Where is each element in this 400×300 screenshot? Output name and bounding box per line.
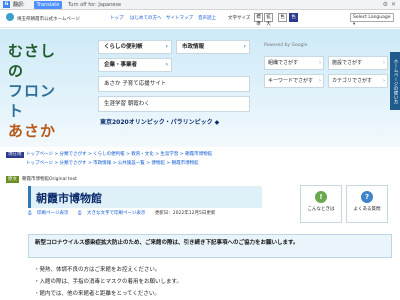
header-link-first-time[interactable]: はじめての方へ (130, 15, 162, 21)
breadcrumb-path-1[interactable]: トップページ > 分類でさがす > くらしの便利帳 > 教育・文化 > 生涯学習… (26, 151, 212, 159)
search-by-keyword-label: キーワードでさがす (268, 78, 314, 84)
search-by-keyword[interactable]: キーワードでさがす › (264, 74, 324, 88)
kids-support-label: あさか 子育て応援サイト (104, 81, 167, 87)
breadcrumb: 現在地 トップページ > 分類でさがす > くらしの便利帳 > 教育・文化 > … (0, 148, 400, 174)
covid-notice: 新型コロナウイルス感染症拡大防止のため、ご来館の際は、引き続き下記事項へのご協力… (28, 234, 392, 258)
usage-guide-tab[interactable]: ホームページの使い方 (390, 52, 400, 110)
turn-off-japanese-link[interactable]: Turn off for: Japanese (68, 1, 121, 9)
search-by-category-label: カテゴリでさがす (332, 78, 373, 84)
menu-living-guide-label: くらしの便利帳 (104, 44, 143, 50)
language-select[interactable]: Select Language ▾ (350, 13, 394, 27)
lifebuoy-icon: ! (315, 191, 327, 203)
city-logo[interactable]: むさしの フロント あさか (8, 41, 70, 140)
list-item: ・館内では、他の来館者と距離をとってください。 (34, 291, 160, 297)
font-size-standard-button[interactable]: 標準 (254, 13, 263, 27)
header-link-sitemap[interactable]: サイトマップ (166, 15, 193, 21)
faq-label: よくある質問 (353, 207, 381, 212)
list-item: ・入館の際は、手指の消毒とマスクの着用をお願いします。 (34, 279, 182, 285)
menu-business[interactable]: 企業・事業者 › (98, 58, 172, 72)
chevron-right-icon: › (243, 43, 246, 50)
breadcrumb-path-2[interactable]: トップページ > 分類でさがす > 市政情報 > 公共施設一覧 > 博物館 > … (26, 160, 199, 168)
print-page-link[interactable]: ⎙ 印刷ページ表示 (28, 211, 72, 216)
olympics-link[interactable]: 東京2020オリンピック・パラリンピック ◆ (100, 118, 260, 128)
faq-box[interactable]: ? よくある質問 (346, 185, 388, 223)
notice-list: ・発熱、体調不良の方はご来館をお控えください。 ・入館の際は、手指の消毒とマスク… (34, 264, 182, 300)
search-by-category[interactable]: カテゴリでさがす › (328, 74, 388, 88)
search-by-facility-label: 施設でさがす (332, 60, 363, 66)
updated-date: 更新日：2022年12月5日更新 (154, 211, 216, 216)
logo-line-2: フロント (8, 82, 57, 120)
city-emblem-icon (6, 13, 14, 21)
google-translate-logo: G (3, 1, 10, 8)
menu-living-guide[interactable]: くらしの便利帳 › (98, 40, 172, 54)
page-title-bar: 朝霞市博物館 (28, 186, 262, 208)
site-header: 埼玉県朝霞市公式ホームページ トップ はじめての方へ サイトマップ 音声読上 文… (0, 10, 400, 28)
arrow-right-icon: › (319, 78, 321, 84)
large-print-page-link[interactable]: ⎙ 大きな文字で印刷ページ表示 (78, 211, 149, 216)
arrow-right-icon: › (319, 60, 321, 66)
question-icon: ? (361, 191, 373, 203)
original-tag: 原文 (6, 176, 19, 183)
font-size-label: 文字サイズ (228, 16, 251, 21)
gear-icon[interactable]: ⚙ (383, 1, 388, 9)
color-white-button[interactable]: 色 (278, 13, 287, 22)
language-select-label: Select Language (353, 15, 391, 20)
lifelong-learning-label: 生涯学習 朝霞わく (104, 101, 150, 107)
menu-city-info-label: 市政情報 (182, 44, 205, 50)
list-item: ・発熱、体調不良の方はご来館をお控えください。 (34, 267, 161, 273)
translate-label: 翻訳: (13, 2, 25, 8)
menu-city-info[interactable]: 市政情報 › (176, 40, 250, 54)
page-title: 朝霞市博物館 (36, 192, 102, 205)
search-area: Powered by Google (264, 43, 394, 50)
powered-by-google: Powered by Google (264, 43, 308, 48)
search-by-organization-label: 組織でさがす (268, 60, 299, 66)
kids-support-banner[interactable]: あさか 子育て応援サイト (98, 76, 250, 92)
color-dark-button[interactable]: 色 (289, 13, 298, 22)
search-by-organization[interactable]: 組織でさがす › (264, 56, 324, 70)
original-text: 朝霞市博物館Original text (22, 177, 77, 182)
logo-line-3: あさか (8, 122, 57, 140)
hero-area: むさしの フロント あさか くらしの便利帳 › 市政情報 › 企業・事業者 › あさか… (0, 29, 400, 147)
menu-business-label: 企業・事業者 (104, 62, 138, 68)
page-meta: ⎙ 印刷ページ表示 ⎙ 大きな文字で印刷ページ表示 更新日：2022年12月5日… (28, 210, 219, 216)
logo-line-1: むさしの (8, 42, 57, 80)
original-text-notice: 原文 朝霞市博物館Original text (0, 175, 400, 184)
printer-icon: ⎙ (28, 211, 32, 216)
header-link-voice[interactable]: 音声読上 (198, 15, 216, 21)
trouble-box[interactable]: ! こんなときは (300, 185, 342, 223)
site-name[interactable]: 埼玉県朝霞市公式ホームページ (17, 16, 80, 22)
translate-bar: G 翻訳: Translate Turn off for: Japanese ⚙… (0, 0, 400, 10)
chevron-right-icon: › (165, 61, 168, 68)
lifelong-learning-banner[interactable]: 生涯学習 朝霞わく (98, 96, 250, 112)
breadcrumb-label: 現在地 (6, 152, 24, 158)
header-link-top[interactable]: トップ (110, 15, 124, 21)
printer-icon: ⎙ (77, 211, 82, 216)
print-page-label: 印刷ページ表示 (37, 211, 69, 216)
translate-button[interactable]: Translate (34, 1, 62, 9)
search-by-facility[interactable]: 施設でさがす › (328, 56, 388, 70)
font-size-large-button[interactable]: 拡大 (264, 13, 273, 27)
chevron-down-icon: ▾ (353, 22, 356, 27)
chevron-right-icon: › (165, 43, 168, 50)
trouble-label: こんなときは (307, 207, 335, 212)
close-icon[interactable]: ✕ (391, 1, 396, 9)
large-print-page-label: 大きな文字で印刷ページ表示 (86, 211, 146, 216)
arrow-right-icon: › (383, 78, 385, 84)
arrow-right-icon: › (383, 60, 385, 66)
